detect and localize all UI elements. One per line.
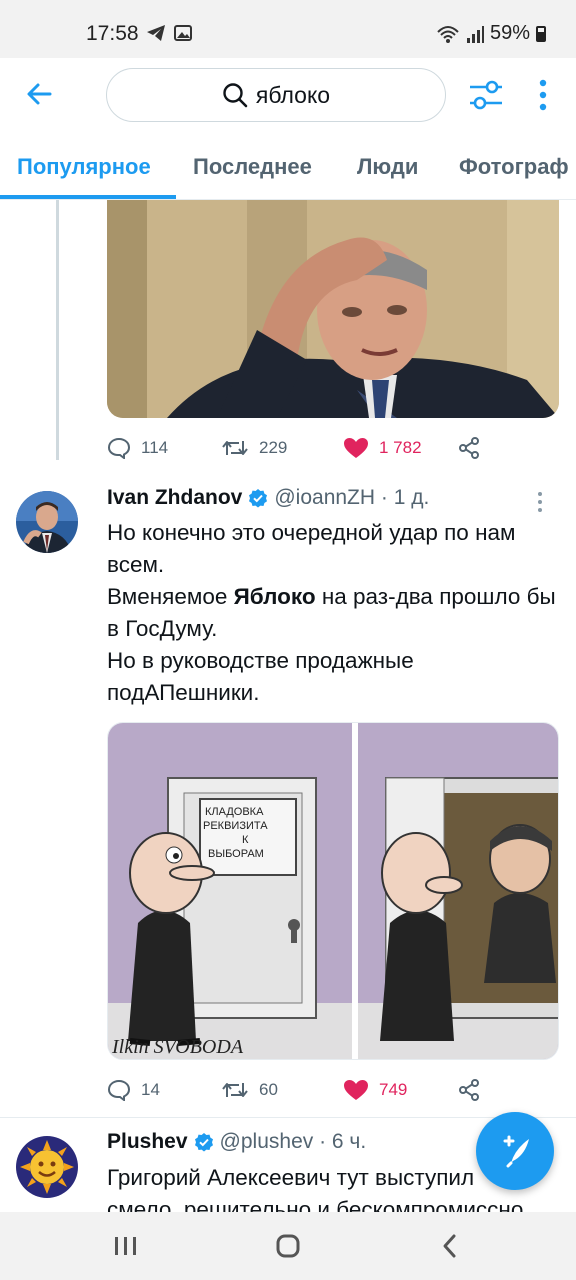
avatar-plushev[interactable] <box>16 1136 78 1198</box>
avatar-ivan-zhdanov[interactable] <box>16 491 78 553</box>
system-back-button[interactable] <box>430 1230 470 1262</box>
like-count: 1 782 <box>379 438 422 457</box>
compose-tweet-button[interactable] <box>476 1112 554 1190</box>
status-bar: 17:58 59% <box>0 0 576 58</box>
highlighted-keyword: Яблоко <box>233 584 316 609</box>
search-query: яблоко <box>255 81 331 108</box>
search-input[interactable]: яблоко <box>106 68 446 122</box>
tweet-cartoon-image[interactable]: КЛАДОВКА РЕКВИЗИТА К ВЫБОРАМ Ilkin SVOBO… <box>107 722 559 1060</box>
gallery-icon <box>174 25 192 41</box>
share-icon <box>459 437 479 459</box>
more-vertical-icon <box>538 492 542 512</box>
tweet-line-3: Но в руководстве продажные подАПешники. <box>107 648 414 705</box>
retweet-count: 60 <box>259 1080 278 1099</box>
photo-yavlinsky <box>107 200 559 418</box>
cartoon-illustration: КЛАДОВКА РЕКВИЗИТА К ВЫБОРАМ Ilkin SVOBO… <box>108 723 558 1059</box>
like-button[interactable]: 749 <box>343 1079 407 1101</box>
author-handle-time: @ioannZH · 1 д. <box>274 486 430 509</box>
search-header: яблоко <box>0 58 576 132</box>
like-button[interactable]: 1 782 <box>343 437 422 459</box>
tab-latest[interactable]: Последнее <box>193 154 312 180</box>
share-button[interactable] <box>457 436 481 460</box>
back-chevron-icon <box>443 1234 456 1258</box>
tweet-divider <box>0 1117 576 1118</box>
verified-icon <box>194 1133 213 1152</box>
tweet-line-2: смело, решительно и бескомпромиссно <box>107 1197 524 1212</box>
share-icon <box>459 1079 479 1101</box>
tab-photos[interactable]: Фотограф <box>459 154 569 180</box>
tweet-header: Plushev @plushev · 6 ч. <box>107 1130 366 1154</box>
tweet-header: Ivan Zhdanov @ioannZH · 1 д. <box>107 486 429 510</box>
author-name[interactable]: Ivan Zhdanov <box>107 486 242 510</box>
tweet-text: Но конечно это очередной удар по нам все… <box>107 517 557 709</box>
back-arrow-icon <box>27 83 52 105</box>
status-time: 17:58 <box>86 22 139 45</box>
retweet-button[interactable]: 229 <box>221 437 287 459</box>
like-count: 749 <box>379 1080 408 1099</box>
heart-icon <box>344 1080 368 1100</box>
system-navigation-bar <box>0 1212 576 1280</box>
avatar-image <box>16 1136 78 1198</box>
active-tab-indicator <box>0 195 176 199</box>
search-icon <box>223 83 248 108</box>
cartoon-sign-line-1: КЛАДОВКА <box>205 806 264 818</box>
tab-people[interactable]: Люди <box>357 154 418 180</box>
cartoon-sign-line-3: К <box>242 834 249 846</box>
tweet-actions: 114 229 1 782 <box>107 428 559 468</box>
reply-count: 114 <box>141 438 169 457</box>
reply-button[interactable]: 114 <box>107 437 168 459</box>
home-button[interactable] <box>268 1230 308 1262</box>
reply-count: 14 <box>141 1080 160 1099</box>
compose-icon <box>503 1135 529 1168</box>
verified-icon <box>249 489 268 508</box>
more-options-button[interactable] <box>530 76 556 114</box>
back-button[interactable] <box>22 76 58 112</box>
share-button[interactable] <box>457 1078 481 1102</box>
home-icon <box>276 1234 300 1258</box>
signal-icon <box>466 25 484 43</box>
tab-popular[interactable]: Популярное <box>17 154 151 180</box>
search-filter-button[interactable] <box>466 76 506 114</box>
tweet-photo[interactable] <box>107 200 559 418</box>
telegram-icon <box>147 25 165 41</box>
tweet-line-1: Но конечно это очередной удар по нам все… <box>107 520 516 577</box>
search-results-feed: 114 229 1 782 Ivan Zhdanov @ioannZH · 1 … <box>0 200 576 1212</box>
tweet-actions: 14 60 749 <box>107 1070 559 1110</box>
tweet-line-2: Вменяемое Яблоко на раз-два прошло бы в … <box>107 584 556 641</box>
reply-icon <box>107 1079 131 1101</box>
cartoon-sign-line-4: ВЫБОРАМ <box>208 848 264 860</box>
author-name[interactable]: Plushev <box>107 1130 188 1154</box>
reply-icon <box>107 437 131 459</box>
recent-apps-icon <box>115 1237 136 1255</box>
thread-line <box>56 200 59 460</box>
battery-icon <box>536 25 546 42</box>
retweet-icon <box>222 441 248 455</box>
retweet-count: 229 <box>259 438 288 457</box>
recent-apps-button[interactable] <box>106 1230 146 1262</box>
filter-icon <box>470 80 502 110</box>
retweet-button[interactable]: 60 <box>221 1079 278 1101</box>
avatar-image <box>16 491 78 553</box>
more-vertical-icon <box>539 79 547 111</box>
wifi-icon <box>437 25 459 43</box>
retweet-icon <box>222 1083 248 1097</box>
reply-button[interactable]: 14 <box>107 1079 160 1101</box>
battery-percent: 59% <box>489 22 530 44</box>
heart-icon <box>344 438 368 458</box>
search-tabs: Популярное Последнее Люди Фотограф <box>0 132 576 200</box>
cartoon-sign-line-2: РЕКВИЗИТА <box>203 820 268 832</box>
tweet-menu-button[interactable] <box>530 490 550 514</box>
author-handle-time: @plushev · 6 ч. <box>219 1130 367 1153</box>
cartoon-signature: Ilkin SVOBODA <box>111 1036 244 1058</box>
